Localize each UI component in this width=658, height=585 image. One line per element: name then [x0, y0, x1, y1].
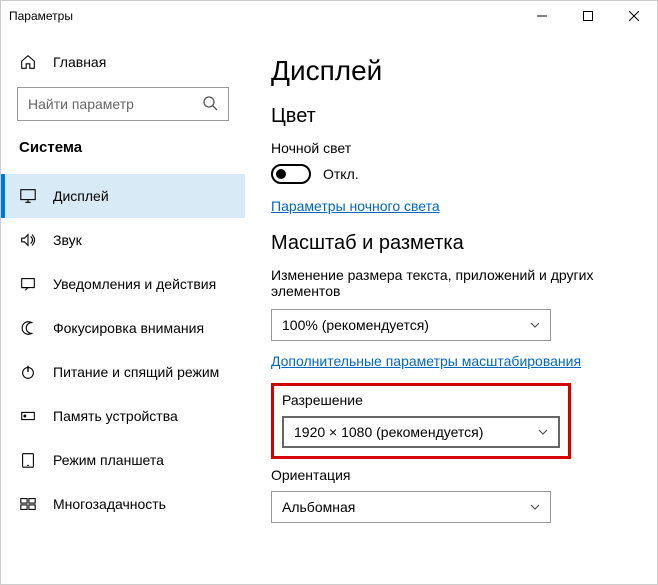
close-button[interactable] — [611, 1, 657, 31]
home-icon — [19, 53, 37, 71]
sidebar-item-focus[interactable]: Фокусировка внимания — [1, 306, 245, 350]
display-icon — [19, 187, 37, 205]
page-title: Дисплей — [271, 55, 631, 87]
sidebar-item-display[interactable]: Дисплей — [1, 174, 245, 218]
night-light-toggle[interactable] — [271, 164, 311, 184]
titlebar: Параметры — [1, 1, 657, 31]
scale-description: Изменение размера текста, приложений и д… — [271, 267, 631, 299]
focus-icon — [19, 319, 37, 337]
sidebar-home[interactable]: Главная — [1, 45, 245, 79]
toggle-state-label: Откл. — [323, 166, 359, 182]
search-input-container[interactable] — [17, 87, 229, 121]
scale-header: Масштаб и разметка — [271, 232, 631, 255]
sidebar-item-power[interactable]: Питание и спящий режим — [1, 350, 245, 394]
minimize-button[interactable] — [519, 1, 565, 31]
multitasking-icon — [19, 495, 37, 513]
window-title: Параметры — [9, 9, 519, 23]
sidebar-item-sound[interactable]: Звук — [1, 218, 245, 262]
night-light-label: Ночной свет — [271, 140, 631, 156]
chevron-down-icon — [530, 502, 540, 513]
sidebar-item-label: Дисплей — [53, 188, 109, 204]
sidebar-item-tablet[interactable]: Режим планшета — [1, 438, 245, 482]
content-area: Дисплей Цвет Ночной свет Откл. Параметры… — [245, 31, 657, 584]
sidebar-home-label: Главная — [53, 54, 106, 70]
sound-icon — [19, 231, 37, 249]
notifications-icon — [19, 275, 37, 293]
sidebar-item-label: Уведомления и действия — [53, 276, 216, 292]
sidebar-item-label: Режим планшета — [53, 452, 164, 468]
scale-dropdown-value: 100% (рекомендуется) — [282, 317, 429, 333]
sidebar-item-notifications[interactable]: Уведомления и действия — [1, 262, 245, 306]
resolution-highlight: Разрешение 1920 × 1080 (рекомендуется) — [271, 383, 571, 459]
resolution-dropdown[interactable]: 1920 × 1080 (рекомендуется) — [282, 416, 560, 448]
storage-icon — [19, 407, 37, 425]
night-light-settings-link[interactable]: Параметры ночного света — [271, 198, 631, 214]
sidebar-item-storage[interactable]: Память устройства — [1, 394, 245, 438]
sidebar-section-header: Система — [1, 139, 245, 174]
sidebar-item-label: Фокусировка внимания — [53, 320, 204, 336]
sidebar: Главная Система Дисплей Звук — [1, 31, 245, 584]
sidebar-item-label: Многозадачность — [53, 496, 166, 512]
sidebar-item-label: Звук — [53, 232, 82, 248]
search-input[interactable] — [28, 96, 198, 112]
sidebar-item-label: Питание и спящий режим — [53, 364, 219, 380]
color-header: Цвет — [271, 105, 631, 128]
chevron-down-icon — [538, 427, 548, 438]
search-icon — [202, 95, 218, 114]
orientation-dropdown-value: Альбомная — [282, 499, 355, 515]
orientation-label: Ориентация — [271, 467, 631, 483]
resolution-label: Разрешение — [282, 392, 560, 408]
sidebar-item-multitasking[interactable]: Многозадачность — [1, 482, 245, 526]
scale-dropdown[interactable]: 100% (рекомендуется) — [271, 309, 551, 341]
orientation-dropdown[interactable]: Альбомная — [271, 491, 551, 523]
tablet-icon — [19, 451, 37, 469]
power-icon — [19, 363, 37, 381]
maximize-button[interactable] — [565, 1, 611, 31]
advanced-scaling-link[interactable]: Дополнительные параметры масштабирования — [271, 353, 631, 369]
resolution-dropdown-value: 1920 × 1080 (рекомендуется) — [294, 424, 483, 440]
chevron-down-icon — [530, 320, 540, 331]
sidebar-item-label: Память устройства — [53, 408, 178, 424]
